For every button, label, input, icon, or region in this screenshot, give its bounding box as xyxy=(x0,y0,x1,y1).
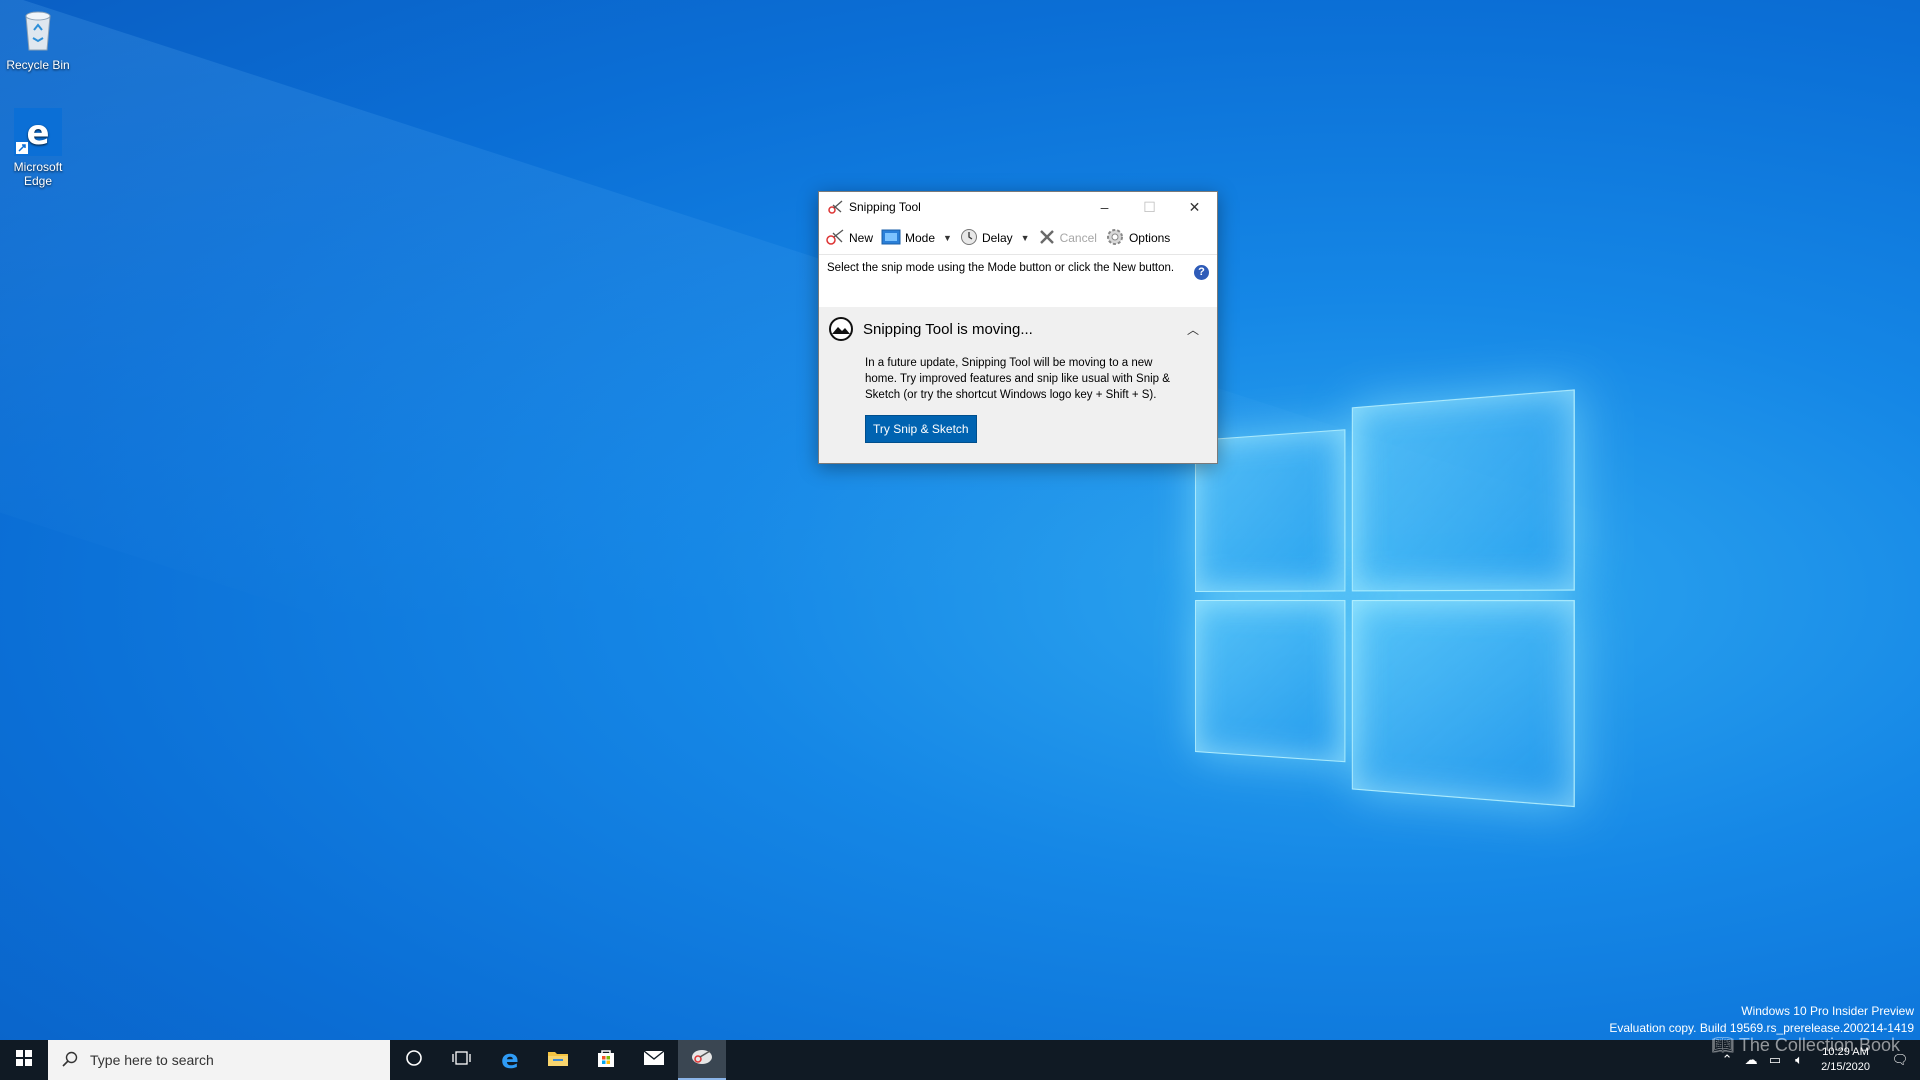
delay-dropdown-icon[interactable]: ▼ xyxy=(1021,233,1030,243)
new-snip-icon xyxy=(825,228,845,249)
taskbar-mail[interactable] xyxy=(630,1040,678,1080)
task-view-icon xyxy=(452,1049,472,1071)
svg-text:e: e xyxy=(26,113,49,153)
windows-start-icon xyxy=(16,1050,32,1070)
mail-envelope-icon xyxy=(643,1050,665,1070)
collection-text: The Collection Book xyxy=(1738,1035,1900,1055)
task-view-button[interactable] xyxy=(438,1040,486,1080)
book-icon: 📖︎ xyxy=(1711,1035,1735,1055)
hint-text-area: Select the snip mode using the Mode butt… xyxy=(819,255,1217,307)
chevron-up-icon[interactable]: ︿ xyxy=(1187,321,1199,338)
window-title: Snipping Tool xyxy=(849,200,921,214)
taskbar: Type here to search e ⌃ ☁ ▭ � xyxy=(0,1040,1920,1080)
hint-text: Select the snip mode using the Mode butt… xyxy=(827,262,1175,274)
search-placeholder: Type here to search xyxy=(90,1052,214,1068)
cancel-button: Cancel xyxy=(1034,225,1101,251)
snip-sketch-icon xyxy=(829,317,853,341)
taskbar-store[interactable] xyxy=(582,1040,630,1080)
folder-icon xyxy=(547,1049,569,1071)
desktop-icon-edge[interactable]: e Microsoft Edge xyxy=(0,108,78,188)
edge-icon: e xyxy=(501,1045,519,1075)
snipping-tool-window: Snipping Tool – ☐ ✕ New Mode ▼ Delay ▼ C… xyxy=(818,191,1218,464)
watermark-line-1: Windows 10 Pro Insider Preview xyxy=(1741,1004,1914,1018)
cortana-button[interactable] xyxy=(390,1040,438,1080)
close-button[interactable]: ✕ xyxy=(1172,192,1217,222)
edge-icon: e xyxy=(14,108,62,156)
store-bag-icon xyxy=(596,1048,616,1072)
notice-title: Snipping Tool is moving... xyxy=(863,320,1033,338)
new-button[interactable]: New xyxy=(821,225,877,251)
options-button[interactable]: Options xyxy=(1101,225,1174,251)
cortana-circle-icon xyxy=(405,1049,423,1071)
clock-date: 2/15/2020 xyxy=(1821,1061,1870,1073)
help-icon[interactable]: ? xyxy=(1194,265,1209,280)
snipping-tool-icon xyxy=(827,199,843,215)
taskbar-file-explorer[interactable] xyxy=(534,1040,582,1080)
taskbar-edge[interactable]: e xyxy=(486,1040,534,1080)
search-box[interactable]: Type here to search xyxy=(48,1040,390,1080)
cancel-x-icon xyxy=(1038,228,1056,249)
maximize-button: ☐ xyxy=(1143,198,1156,215)
snipping-tool-icon xyxy=(690,1047,714,1071)
start-button[interactable] xyxy=(0,1040,48,1080)
mode-button[interactable]: Mode ▼ xyxy=(877,225,956,251)
minimize-button[interactable]: – xyxy=(1082,192,1127,222)
desktop-icon-label: Microsoft Edge xyxy=(13,160,63,188)
delay-button[interactable]: Delay ▼ xyxy=(956,225,1034,251)
collection-book-overlay: 📖︎ The Collection Book xyxy=(1711,1035,1900,1056)
toolbar: New Mode ▼ Delay ▼ Cancel Options xyxy=(819,222,1217,255)
desktop-icon-label: Recycle Bin xyxy=(6,58,70,72)
recycle-bin-icon xyxy=(14,6,62,54)
notice-body: In a future update, Snipping Tool will b… xyxy=(865,357,1170,401)
mode-icon xyxy=(881,229,901,248)
title-bar[interactable]: Snipping Tool – ☐ ✕ xyxy=(819,192,1217,222)
clock-icon xyxy=(960,228,978,249)
try-snip-sketch-button[interactable]: Try Snip & Sketch xyxy=(865,415,977,443)
mode-dropdown-icon[interactable]: ▼ xyxy=(943,233,952,243)
gear-icon xyxy=(1105,227,1125,250)
moving-notice: Snipping Tool is moving... ︿ In a future… xyxy=(819,307,1217,443)
taskbar-snipping-tool[interactable] xyxy=(678,1040,726,1080)
windows-logo-wallpaper xyxy=(1195,389,1575,810)
desktop-icon-recycle-bin[interactable]: Recycle Bin xyxy=(0,6,78,72)
search-icon xyxy=(62,1051,78,1070)
build-watermark: Windows 10 Pro Insider Preview Evaluatio… xyxy=(1609,1003,1914,1037)
